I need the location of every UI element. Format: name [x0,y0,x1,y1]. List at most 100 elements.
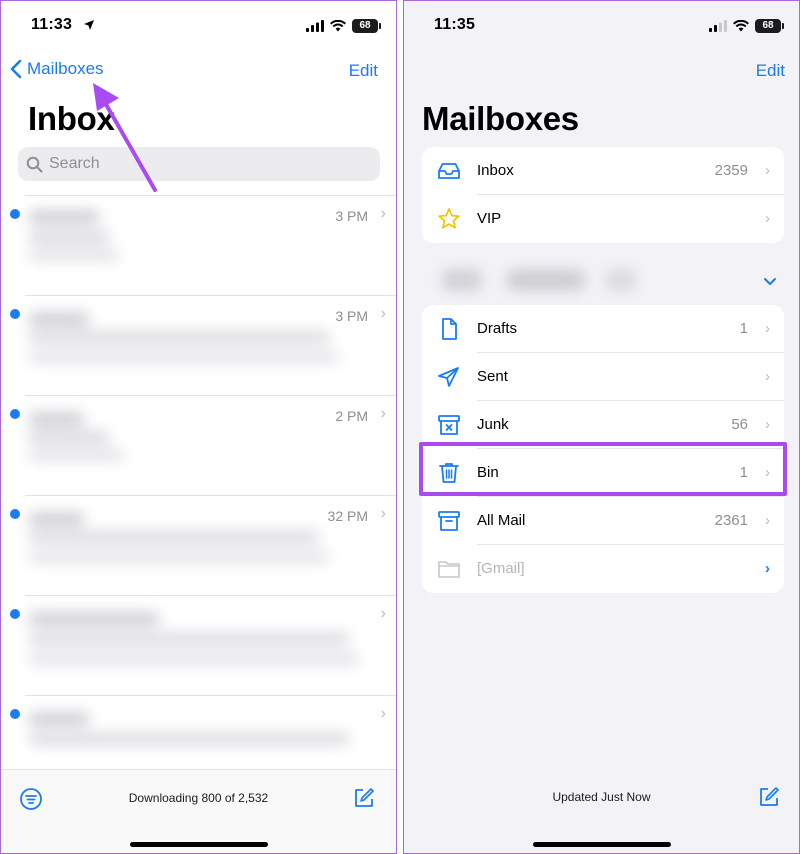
home-indicator [129,842,268,847]
mailbox-label: Junk [477,416,509,433]
status-bar: 11:33 68 [1,1,396,51]
message-row[interactable]: › [1,695,396,767]
page-title: Mailboxes [422,100,579,137]
message-time: 32 PM [327,508,368,524]
mailbox-label: Inbox [477,162,514,179]
blurred-message-preview [23,501,343,587]
row-separator [25,695,396,696]
chevron-right-icon: › [380,405,386,422]
mailbox-label: Drafts [477,320,518,337]
blurred-message-preview [23,701,373,761]
message-time: 2 PM [335,408,368,424]
mailbox-row-gmail-folder[interactable]: [Gmail] › [422,545,784,593]
message-row[interactable]: 2 PM › [1,395,396,495]
unread-dot [10,509,20,519]
mailbox-label: Sent [477,368,508,385]
bottom-toolbar: Updated Just Now [404,769,799,853]
wifi-icon [330,20,346,32]
update-status: Updated Just Now [552,790,651,804]
battery-indicator: 68 [755,19,784,33]
status-icons: 68 [709,16,784,36]
mailbox-row-vip[interactable]: VIP › [422,195,784,243]
chevron-right-icon: › [380,605,386,622]
chevron-right-icon: › [765,162,770,179]
mailbox-row-sent[interactable]: Sent › [422,353,784,401]
chevron-right-icon: › [765,210,770,227]
mailboxes-screen: 11:35 68 Edit Mailboxes Inbox 2359 › VIP… [403,0,800,854]
location-arrow-icon [84,20,94,30]
wifi-icon [733,20,749,32]
mailbox-row-drafts[interactable]: Drafts 1 › [422,305,784,353]
bin-highlight-box [419,442,787,496]
mailbox-count: 1 [739,320,748,337]
message-row[interactable]: › [1,595,396,695]
unread-dot [10,709,20,719]
blurred-account-header [436,263,636,295]
chevron-right-icon: › [765,416,770,433]
mailbox-label: All Mail [477,512,526,529]
chevron-right-icon: › [765,320,770,337]
home-indicator [532,842,671,847]
mailbox-label: [Gmail] [477,560,525,577]
row-separator [25,495,396,496]
compose-icon[interactable] [757,785,781,809]
mailbox-count: 2361 [714,512,748,529]
unread-dot [10,309,20,319]
status-bar: 11:35 68 [404,1,799,51]
star-icon [438,208,460,229]
mailbox-row-inbox[interactable]: Inbox 2359 › [422,147,784,195]
blurred-message-preview [23,201,343,287]
bottom-toolbar: Downloading 800 of 2,532 [1,769,396,853]
row-separator [25,395,396,396]
edit-button[interactable]: Edit [756,61,785,81]
cellular-signal-icon [306,20,324,32]
edit-button[interactable]: Edit [349,61,378,81]
message-row[interactable]: 3 PM › [1,195,396,295]
blurred-message-preview [23,401,343,487]
back-button-label: Mailboxes [27,59,104,78]
favorites-section: Inbox 2359 › VIP › [422,147,784,243]
chevron-right-icon: › [380,505,386,522]
status-time: 11:35 [434,16,476,33]
message-time: 3 PM [335,208,368,224]
magnifying-glass-icon [26,156,43,172]
message-row[interactable]: 3 PM › [1,295,396,395]
cellular-signal-icon [709,20,727,32]
unread-dot [10,409,20,419]
document-icon [442,318,457,340]
back-to-mailboxes-button[interactable]: Mailboxes [9,59,104,79]
chevron-right-icon: › [765,512,770,529]
unread-dot [10,209,20,219]
chevron-left-icon [10,59,22,79]
mailbox-count: 56 [731,416,748,433]
paper-plane-icon [438,367,459,387]
inbox-screen: 11:33 68 Mailboxes Edit Inbox Search 3 P… [0,0,397,854]
mailbox-count: 2359 [714,162,748,179]
junk-box-icon [438,415,460,435]
search-field[interactable]: Search [18,147,380,181]
mailbox-row-all-mail[interactable]: All Mail 2361 › [422,497,784,545]
chevron-down-icon[interactable] [763,277,777,287]
chevron-right-icon[interactable]: › [765,560,770,577]
chevron-right-icon: › [380,305,386,322]
chevron-right-icon: › [765,368,770,385]
status-time: 11:33 [31,16,73,33]
message-time: 3 PM [335,308,368,324]
mailbox-label: VIP [477,210,502,227]
inbox-tray-icon [438,163,460,179]
chevron-right-icon: › [380,205,386,222]
compose-icon[interactable] [352,786,376,810]
blurred-message-preview [23,301,343,387]
unread-dot [10,609,20,619]
screenshot-stage: 11:33 68 Mailboxes Edit Inbox Search 3 P… [0,0,800,854]
row-separator [25,595,396,596]
annotation-arrow-icon [93,83,157,192]
battery-indicator: 68 [352,19,381,33]
status-icons: 68 [306,16,381,36]
folder-icon [438,561,460,578]
chevron-right-icon: › [380,705,386,722]
message-row[interactable]: 32 PM › [1,495,396,595]
archive-box-icon [438,511,460,531]
blurred-message-preview [23,601,373,687]
row-separator [25,295,396,296]
